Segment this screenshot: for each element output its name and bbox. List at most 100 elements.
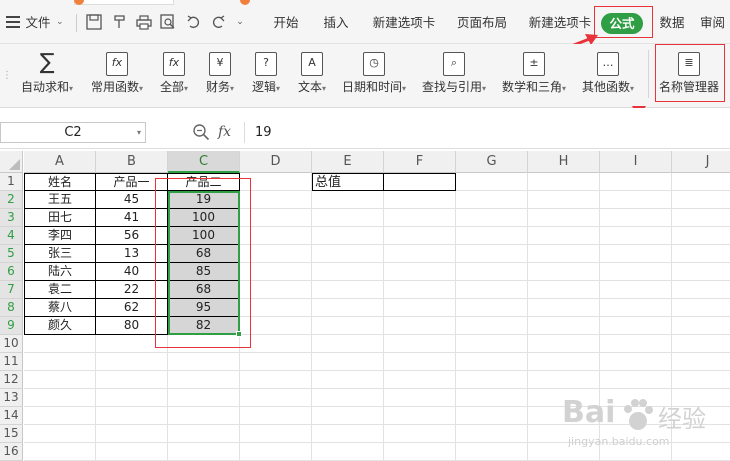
cell-h7[interactable]: [528, 281, 600, 299]
formula-input[interactable]: 19: [244, 122, 730, 143]
cell-d13[interactable]: [240, 389, 312, 407]
cell-h8[interactable]: [528, 299, 600, 317]
tab-data[interactable]: 数据: [654, 10, 690, 36]
file-menu[interactable]: 文件: [24, 10, 52, 36]
cell-a8[interactable]: 蔡八: [24, 299, 96, 317]
cell-e11[interactable]: [312, 353, 384, 371]
cell-g12[interactable]: [456, 371, 528, 389]
cell-a9[interactable]: 颜久: [24, 317, 96, 335]
cell-e1[interactable]: 总值: [312, 173, 384, 191]
column-header-c[interactable]: C: [168, 151, 240, 173]
column-header-h[interactable]: H: [528, 151, 600, 173]
row-header-4[interactable]: 4: [0, 227, 23, 245]
cell-a11[interactable]: [24, 353, 96, 371]
row-header-16[interactable]: 16: [0, 443, 23, 461]
format-painter-icon[interactable]: [112, 14, 128, 30]
cell-c15[interactable]: [168, 425, 240, 443]
column-header-e[interactable]: E: [312, 151, 384, 173]
math-trig-button[interactable]: ± 数学和三角▾: [496, 48, 572, 100]
cell-a12[interactable]: [24, 371, 96, 389]
cell-d16[interactable]: [240, 443, 312, 461]
cell-f14[interactable]: [384, 407, 456, 425]
cell-i4[interactable]: [600, 227, 672, 245]
row-header-14[interactable]: 14: [0, 407, 23, 425]
cell-c16[interactable]: [168, 443, 240, 461]
column-header-b[interactable]: B: [96, 151, 168, 173]
row-header-1[interactable]: 1: [0, 173, 23, 191]
cell-i10[interactable]: [600, 335, 672, 353]
cell-f13[interactable]: [384, 389, 456, 407]
cell-g9[interactable]: [456, 317, 528, 335]
cell-i11[interactable]: [600, 353, 672, 371]
row-header-11[interactable]: 11: [0, 353, 23, 371]
row-header-2[interactable]: 2: [0, 191, 23, 209]
cell-i3[interactable]: [600, 209, 672, 227]
cell-f15[interactable]: [384, 425, 456, 443]
column-header-i[interactable]: I: [600, 151, 672, 173]
chevron-down-icon[interactable]: ⌄: [56, 14, 68, 30]
cell-e10[interactable]: [312, 335, 384, 353]
tab-page-layout[interactable]: 页面布局: [450, 10, 514, 36]
cell-j3[interactable]: [672, 209, 730, 227]
date-time-button[interactable]: ◷ 日期和时间▾: [336, 48, 412, 100]
cell-h12[interactable]: [528, 371, 600, 389]
cell-a6[interactable]: 陆六: [24, 263, 96, 281]
cell-c11[interactable]: [168, 353, 240, 371]
cell-d11[interactable]: [240, 353, 312, 371]
cell-j12[interactable]: [672, 371, 730, 389]
cell-e12[interactable]: [312, 371, 384, 389]
cell-b13[interactable]: [96, 389, 168, 407]
cell-g16[interactable]: [456, 443, 528, 461]
cell-f7[interactable]: [384, 281, 456, 299]
cell-c13[interactable]: [168, 389, 240, 407]
cell-g15[interactable]: [456, 425, 528, 443]
cell-g7[interactable]: [456, 281, 528, 299]
cell-g11[interactable]: [456, 353, 528, 371]
cell-g2[interactable]: [456, 191, 528, 209]
cell-a16[interactable]: [24, 443, 96, 461]
cell-a1[interactable]: 姓名: [24, 173, 96, 191]
redo-icon[interactable]: [210, 14, 226, 30]
cell-f2[interactable]: [384, 191, 456, 209]
cell-g5[interactable]: [456, 245, 528, 263]
chevron-down-icon[interactable]: ▾: [137, 123, 141, 142]
row-header-15[interactable]: 15: [0, 425, 23, 443]
column-header-j[interactable]: J: [672, 151, 730, 173]
row-header-5[interactable]: 5: [0, 245, 23, 263]
hamburger-menu-icon[interactable]: [6, 16, 20, 28]
cell-h2[interactable]: [528, 191, 600, 209]
cell-j1[interactable]: [672, 173, 730, 191]
cell-g6[interactable]: [456, 263, 528, 281]
save-icon[interactable]: [86, 14, 102, 30]
undo-icon[interactable]: [186, 14, 202, 30]
cell-f4[interactable]: [384, 227, 456, 245]
tab-home[interactable]: 开始: [266, 10, 306, 36]
cell-a15[interactable]: [24, 425, 96, 443]
common-functions-button[interactable]: fx 常用函数▾: [84, 48, 150, 100]
fx-button[interactable]: fx: [218, 122, 238, 142]
cell-e3[interactable]: [312, 209, 384, 227]
cell-b14[interactable]: [96, 407, 168, 425]
cell-e13[interactable]: [312, 389, 384, 407]
cell-i1[interactable]: [600, 173, 672, 191]
column-header-f[interactable]: F: [384, 151, 456, 173]
cell-j7[interactable]: [672, 281, 730, 299]
name-box[interactable]: C2 ▾: [0, 122, 146, 143]
cell-i7[interactable]: [600, 281, 672, 299]
row-header-8[interactable]: 8: [0, 299, 23, 317]
cell-i2[interactable]: [600, 191, 672, 209]
row-header-7[interactable]: 7: [0, 281, 23, 299]
cell-e5[interactable]: [312, 245, 384, 263]
cell-a3[interactable]: 田七: [24, 209, 96, 227]
row-header-9[interactable]: 9: [0, 317, 23, 335]
cell-h1[interactable]: [528, 173, 600, 191]
row-header-10[interactable]: 10: [0, 335, 23, 353]
cell-g1[interactable]: [456, 173, 528, 191]
cell-e15[interactable]: [312, 425, 384, 443]
cell-e14[interactable]: [312, 407, 384, 425]
cell-d14[interactable]: [240, 407, 312, 425]
cell-h10[interactable]: [528, 335, 600, 353]
cell-h6[interactable]: [528, 263, 600, 281]
cell-e2[interactable]: [312, 191, 384, 209]
cell-g14[interactable]: [456, 407, 528, 425]
